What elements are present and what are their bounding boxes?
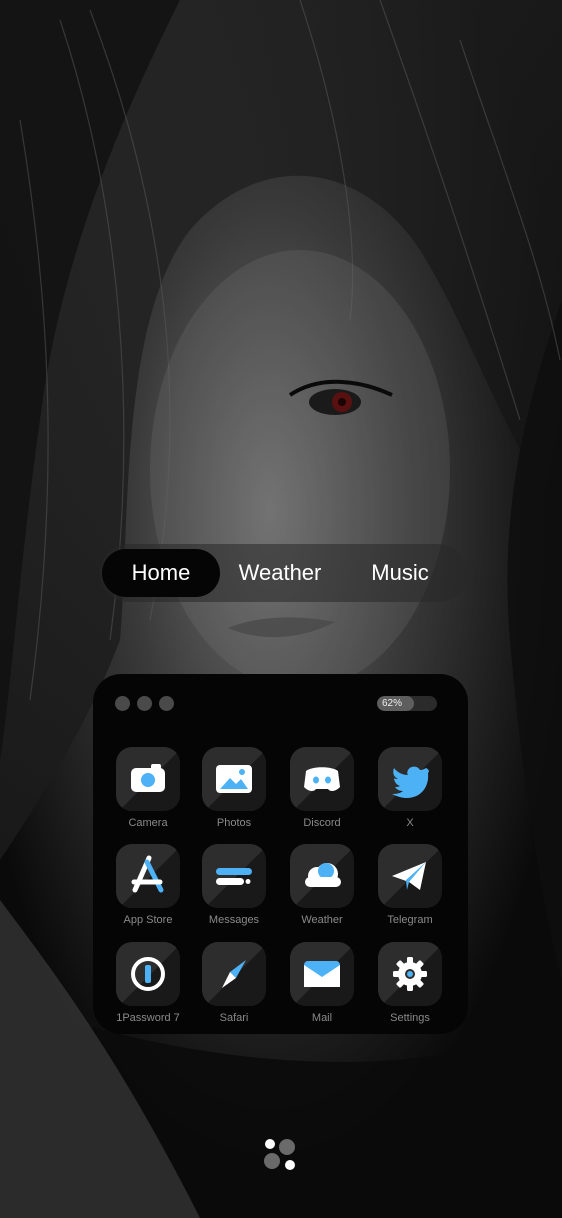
- camera-tile: [116, 747, 180, 811]
- app-photos[interactable]: Photos: [189, 747, 279, 829]
- dot-2: [137, 696, 152, 711]
- photos-tile: [202, 747, 266, 811]
- tab-weather[interactable]: Weather: [222, 544, 338, 602]
- photos-icon: [216, 765, 252, 793]
- app-label: Weather: [301, 914, 343, 926]
- compass-icon: [222, 960, 246, 988]
- dot-1: [115, 696, 130, 711]
- discord-tile: [290, 747, 354, 811]
- app-settings[interactable]: Settings: [365, 942, 455, 1024]
- app-label: Discord: [303, 817, 341, 829]
- messages-tile: [202, 844, 266, 908]
- battery-text: 62%: [382, 698, 403, 709]
- discord-icon: [304, 767, 340, 792]
- cloud-icon: [305, 863, 341, 887]
- app-label: Messages: [208, 914, 260, 926]
- telegram-tile: [378, 844, 442, 908]
- app-widget-panel: 62% Camera Photos Discord X App Store Me…: [93, 674, 468, 1034]
- app-x[interactable]: X: [365, 747, 455, 829]
- app-label: Mail: [311, 1012, 333, 1024]
- battery-indicator: 62%: [377, 696, 437, 711]
- tab-bar: Home Weather Music: [100, 544, 467, 602]
- tab-home[interactable]: Home: [102, 549, 220, 597]
- page-indicator-button[interactable]: [262, 1137, 298, 1173]
- app-label: App Store: [123, 914, 173, 926]
- settings-tile: [378, 942, 442, 1006]
- 1password-tile: [116, 942, 180, 1006]
- app-label: Photos: [216, 817, 252, 829]
- mail-tile: [290, 942, 354, 1006]
- app-discord[interactable]: Discord: [277, 747, 367, 829]
- app-messages[interactable]: Messages: [189, 844, 279, 926]
- app-label: Telegram: [387, 914, 433, 926]
- app-store-tile: [116, 844, 180, 908]
- app-store-icon: [131, 855, 164, 893]
- app-safari[interactable]: Safari: [189, 942, 279, 1024]
- app-weather[interactable]: Weather: [277, 844, 367, 926]
- gear-icon: [393, 957, 427, 991]
- messages-icon: [216, 868, 252, 885]
- app-label: Camera: [128, 817, 168, 829]
- app-label: Safari: [219, 1012, 249, 1024]
- app-label: X: [406, 817, 414, 829]
- app-label: 1Password 7: [116, 1012, 180, 1024]
- weather-tile: [290, 844, 354, 908]
- app-camera[interactable]: Camera: [103, 747, 193, 829]
- twitter-bird-icon: [392, 766, 429, 799]
- paper-plane-icon: [392, 862, 426, 890]
- tab-music[interactable]: Music: [350, 544, 450, 602]
- dot-3: [159, 696, 174, 711]
- app-mail[interactable]: Mail: [277, 942, 367, 1024]
- dots-cluster-icon: [264, 1139, 295, 1170]
- envelope-icon: [304, 961, 340, 987]
- app-1password[interactable]: 1Password 7: [103, 942, 193, 1024]
- app-app-store[interactable]: App Store: [103, 844, 193, 926]
- app-label: Settings: [390, 1012, 430, 1024]
- app-telegram[interactable]: Telegram: [365, 844, 455, 926]
- x-tile: [378, 747, 442, 811]
- wallpaper: [0, 0, 562, 1218]
- camera-icon: [131, 764, 165, 792]
- safari-tile: [202, 942, 266, 1006]
- 1password-key-icon: [131, 957, 165, 991]
